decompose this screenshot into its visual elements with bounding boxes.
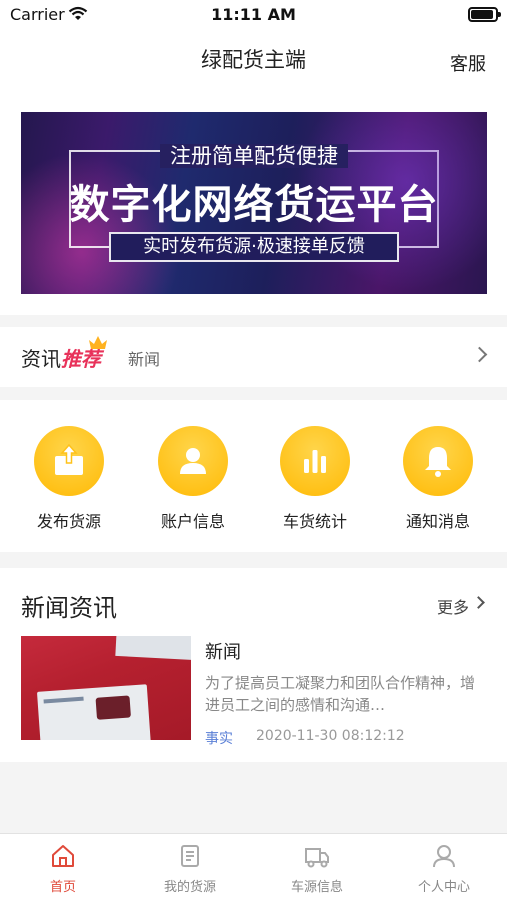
tab-label: 个人中心 — [417, 880, 470, 895]
clock-time: 11:11 AM — [211, 5, 296, 24]
banner-sub-text: 实时发布货源·极速接单反馈 — [109, 232, 399, 262]
battery-icon — [468, 7, 501, 22]
menu-publish-cargo[interactable]: 发布货源 — [14, 426, 124, 532]
banner-section: 注册简单配货便捷 数字化网络货运平台 实时发布货源·极速接单反馈 — [0, 92, 507, 315]
tab-label: 首页 — [49, 880, 76, 895]
news-recommend-row[interactable]: 资讯推荐 新闻 — [0, 327, 507, 387]
menu-label: 车货统计 — [282, 512, 347, 531]
recommend-label-plain: 资讯 — [21, 347, 61, 371]
news-item-title[interactable]: 新闻 — [205, 638, 241, 664]
chevron-right-icon — [471, 346, 488, 363]
person-icon — [433, 845, 455, 868]
menu-cargo-stats[interactable]: 车货统计 — [260, 426, 370, 532]
truck-icon — [305, 848, 329, 868]
menu-notifications[interactable]: 通知消息 — [383, 426, 493, 532]
tab-label: 我的货源 — [163, 880, 216, 895]
nav-bar: 绿配货主端 客服 — [0, 30, 507, 92]
quick-menu: 发布货源 账户信息 车货统计 通知消息 — [0, 400, 507, 552]
news-item-tag: 事实 — [205, 731, 233, 747]
banner-top-text: 注册简单配货便捷 — [160, 144, 348, 168]
tab-home[interactable]: 首页 — [0, 842, 126, 895]
news-thumbnail[interactable] — [21, 636, 191, 740]
tab-my-cargo[interactable]: 我的货源 — [127, 842, 253, 895]
bottom-tab-bar: 首页 我的货源 车源信息 个人中心 — [0, 833, 507, 900]
home-icon — [52, 845, 74, 867]
recommend-text: 新闻 — [128, 350, 161, 369]
page-title: 绿配货主端 — [201, 48, 306, 72]
menu-account-info[interactable]: 账户信息 — [138, 426, 248, 532]
banner-main-text: 数字化网络货运平台 — [69, 182, 439, 228]
user-icon — [180, 448, 206, 474]
status-bar: Carrier 11:11 AM — [0, 0, 507, 30]
menu-label: 通知消息 — [405, 512, 470, 531]
bell-icon — [425, 447, 451, 477]
news-item-summary: 为了提高员工凝聚力和团队合作精神，增进员工之间的感情和沟通… — [205, 674, 476, 714]
news-heading: 新闻资讯 — [21, 594, 117, 622]
upload-icon — [55, 443, 83, 475]
crown-icon — [88, 335, 108, 355]
tab-profile[interactable]: 个人中心 — [381, 842, 507, 895]
news-section: 新闻资讯 更多 新闻 为了提高员工凝聚力和团队合作精神，增进员工之间的感情和沟通… — [0, 568, 507, 762]
menu-label: 发布货源 — [36, 512, 101, 531]
news-item-date: 2020-11-30 08:12:12 — [256, 728, 405, 744]
document-icon — [181, 845, 199, 867]
customer-service-button[interactable]: 客服 — [450, 50, 486, 76]
tab-label: 车源信息 — [290, 880, 343, 895]
news-more-link[interactable]: 更多 — [437, 594, 469, 618]
menu-label: 账户信息 — [160, 512, 225, 531]
chevron-right-icon[interactable] — [472, 596, 485, 609]
chart-bars-icon — [304, 450, 326, 473]
promo-banner[interactable]: 注册简单配货便捷 数字化网络货运平台 实时发布货源·极速接单反馈 — [21, 112, 487, 294]
tab-vehicle-info[interactable]: 车源信息 — [254, 842, 380, 895]
